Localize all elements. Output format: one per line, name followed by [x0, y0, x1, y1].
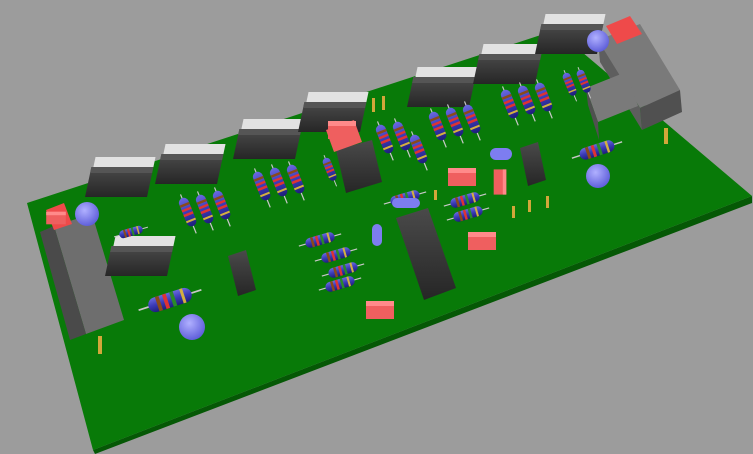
transistor-q8[interactable] [105, 236, 176, 276]
transistor-q5[interactable] [407, 67, 478, 107]
transistor-q2[interactable] [155, 144, 226, 184]
transistor-q6[interactable] [473, 44, 544, 84]
transistor-q1[interactable] [85, 157, 156, 197]
transistor-q3[interactable] [233, 119, 304, 159]
pcb-3d-scene [27, 14, 752, 454]
pcb-3d-viewport[interactable] [0, 0, 753, 454]
